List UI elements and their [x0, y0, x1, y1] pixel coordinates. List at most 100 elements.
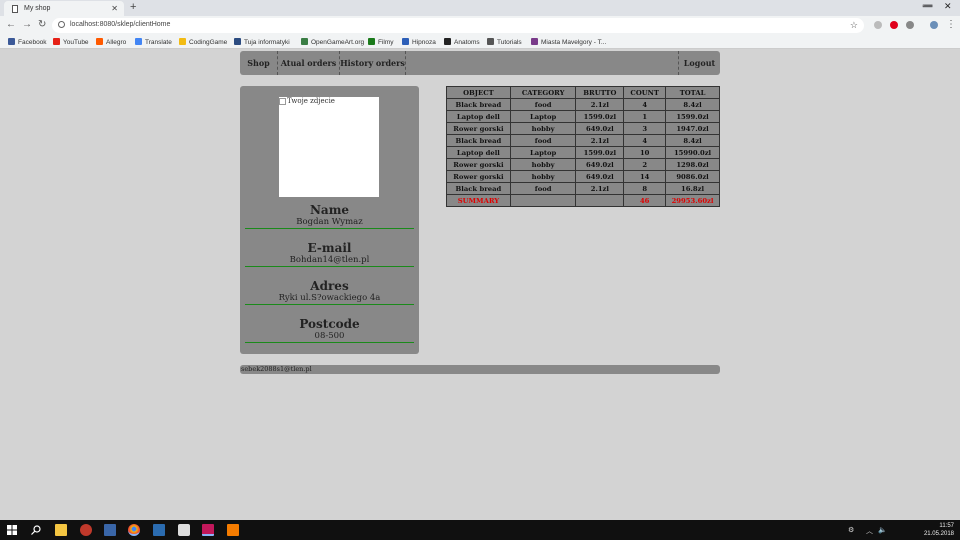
cell-object: Black bread	[446, 182, 511, 195]
table-row: Black bread food 2.1zl 8 16.8zl	[446, 182, 720, 195]
bookmark-item[interactable]: CodingGame	[179, 38, 227, 46]
table-row: Rower gorski hobby 649.0zl 2 1298.0zl	[446, 158, 720, 171]
summary-object: SUMMARY	[446, 194, 511, 207]
email-label: E-mail	[307, 241, 352, 255]
header-category: CATEGORY	[509, 86, 577, 99]
info-icon[interactable]	[58, 21, 65, 28]
profile-photo: Twoje zdjecie	[279, 97, 379, 197]
bookmark-item[interactable]: Miasta Mavelgory - T...	[531, 38, 606, 46]
file-explorer-icon[interactable]	[55, 524, 67, 536]
cell-category: hobby	[509, 122, 577, 135]
cell-object: Laptop dell	[446, 110, 511, 123]
intellij-icon[interactable]	[202, 524, 214, 536]
summary-row: SUMMARY 46 29953.60zl	[446, 194, 720, 207]
volume-icon[interactable]: 🔈	[878, 526, 887, 534]
name-value: Bogdan Wymaz	[245, 217, 414, 229]
chrome-icon[interactable]	[128, 524, 140, 536]
cell-count: 3	[623, 122, 667, 135]
clock[interactable]: 11:57 21.05.2018	[924, 522, 954, 538]
menu-icon[interactable]: ⋮	[946, 19, 956, 30]
cell-count: 10	[623, 146, 667, 159]
cell-object: Rower gorski	[446, 170, 511, 183]
minimize-icon[interactable]: ➖	[922, 1, 933, 12]
cell-total: 8.4zl	[665, 98, 720, 111]
opengameart-icon	[301, 38, 308, 45]
bookmark-item[interactable]: Allegro	[96, 38, 126, 46]
bookmarks-bar: Facebook YouTube Allegro Translate Codin…	[0, 35, 960, 49]
cell-brutto: 649.0zl	[575, 170, 625, 183]
nav-actual-orders-link[interactable]: Atual orders	[278, 51, 340, 75]
profile-icon[interactable]	[930, 21, 938, 29]
close-window-icon[interactable]: ✕	[944, 1, 952, 12]
browser-tab-strip: My shop ✕ + ➖ ✕	[0, 0, 960, 16]
allegro-icon	[96, 38, 103, 45]
address-bar[interactable]: localhost:8080/sklep/clientHome ☆	[52, 18, 864, 33]
cell-object: Rower gorski	[446, 158, 511, 171]
new-tab-button[interactable]: +	[130, 1, 136, 13]
table-row: Laptop dell Laptop 1599.0zl 10 15990.0zl	[446, 146, 720, 159]
opera-icon[interactable]	[890, 21, 898, 29]
bookmark-item[interactable]: YouTube	[53, 38, 89, 46]
bookmark-item[interactable]: Filmy	[368, 38, 394, 46]
tab-title: My shop	[24, 5, 51, 12]
address-field: Adres Ryki ul.S?owackiego 4a	[245, 279, 414, 305]
search-icon[interactable]	[30, 524, 42, 536]
bookmark-item[interactable]: Anatoms	[444, 38, 480, 46]
postcode-field: Postcode 08-500	[245, 317, 414, 343]
cell-category: Laptop	[509, 146, 577, 159]
cell-brutto: 2.1zl	[575, 182, 625, 195]
nav-history-orders-link[interactable]: History orders	[340, 51, 406, 75]
nav-logout-link[interactable]: Logout	[678, 51, 720, 75]
virtualbox-icon[interactable]	[104, 524, 116, 536]
bookmark-item[interactable]: OpenGameArt.org	[301, 38, 364, 46]
cell-brutto: 1599.0zl	[575, 110, 625, 123]
page-icon	[12, 5, 18, 13]
footer: sebek2088s1@tlen.pl	[240, 365, 720, 374]
close-tab-icon[interactable]: ✕	[111, 4, 118, 13]
summary-count: 46	[623, 194, 667, 207]
tray-chevron-icon[interactable]: ︿	[866, 526, 873, 536]
cell-object: Black bread	[446, 134, 511, 147]
address-value: Ryki ul.S?owackiego 4a	[245, 293, 414, 305]
table-header-row: OBJECT CATEGORY BRUTTO COUNT TOTAL	[446, 86, 720, 99]
back-icon[interactable]: ←	[6, 19, 16, 30]
cell-count: 2	[623, 158, 667, 171]
orders-table: OBJECT CATEGORY BRUTTO COUNT TOTAL Black…	[446, 86, 720, 207]
forward-icon[interactable]: →	[22, 19, 32, 30]
table-row: Rower gorski hobby 649.0zl 14 9086.0zl	[446, 170, 720, 183]
cell-brutto: 649.0zl	[575, 158, 625, 171]
cell-category: hobby	[509, 170, 577, 183]
text-editor-icon[interactable]	[153, 524, 165, 536]
cell-total: 1599.0zl	[665, 110, 720, 123]
cell-total: 9086.0zl	[665, 170, 720, 183]
nav-shop-link[interactable]: Shop	[240, 51, 278, 75]
cell-total: 15990.0zl	[665, 146, 720, 159]
unity-icon[interactable]	[178, 524, 190, 536]
clock-time: 11:57	[939, 523, 954, 529]
cell-category: Laptop	[509, 110, 577, 123]
extension-icon[interactable]	[906, 21, 914, 29]
cell-total: 8.4zl	[665, 134, 720, 147]
bookmark-star-icon[interactable]: ☆	[850, 20, 858, 31]
bookmark-item[interactable]: Tuja informatyki	[234, 38, 290, 46]
reload-icon[interactable]: ↻	[38, 19, 46, 30]
cell-count: 4	[623, 98, 667, 111]
cell-category: food	[509, 182, 577, 195]
browser-tab[interactable]: My shop ✕	[4, 1, 124, 16]
windows-icon[interactable]	[6, 524, 18, 536]
bookmark-item[interactable]: Tutorials	[487, 38, 522, 46]
network-icon[interactable]: ⚙	[848, 526, 854, 534]
xampp-icon[interactable]	[227, 524, 239, 536]
cell-total: 1947.0zl	[665, 122, 720, 135]
media-player-icon[interactable]	[80, 524, 92, 536]
bookmark-item[interactable]: Hipnoza	[402, 38, 436, 46]
cell-category: food	[509, 134, 577, 147]
facebook-icon	[8, 38, 15, 45]
hipnoza-icon	[402, 38, 409, 45]
cell-total: 16.8zl	[665, 182, 720, 195]
extension-icon[interactable]	[874, 21, 882, 29]
bookmark-item[interactable]: Facebook	[8, 38, 47, 46]
bookmark-item[interactable]: Translate	[135, 38, 172, 46]
bookmark-icon	[531, 38, 538, 45]
broken-image-icon	[279, 98, 286, 105]
